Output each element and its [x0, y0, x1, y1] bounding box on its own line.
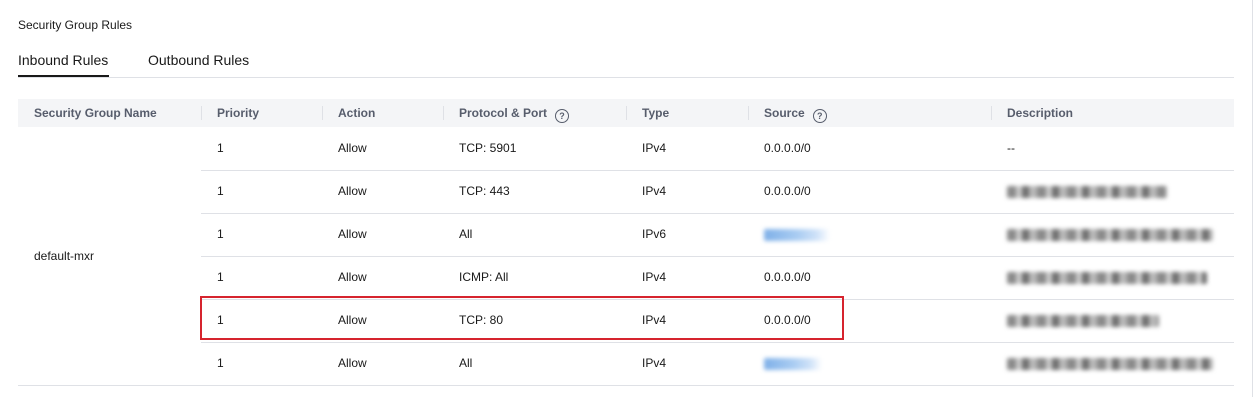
help-icon[interactable]: ?: [812, 109, 827, 123]
redacted-description: [1007, 228, 1213, 241]
priority-cell: 1: [217, 184, 224, 198]
action-cell: Allow: [338, 184, 367, 198]
redacted-source: [764, 228, 830, 241]
table-row: 1 Allow TCP: 443 IPv4 0.0.0.0/0: [201, 170, 1234, 214]
column-separator: [322, 106, 323, 120]
source-cell: [764, 213, 830, 256]
type-cell: IPv4: [642, 184, 667, 198]
table-body: default-mxr 1 Allow TCP: 5901 IPv4 0.0.0…: [18, 127, 1234, 386]
description-cell: [1007, 299, 1159, 342]
panel-right-border: [1252, 0, 1253, 397]
type-cell: IPv4: [642, 270, 667, 284]
column-separator: [991, 106, 992, 120]
priority-cell: 1: [217, 356, 224, 370]
source-cell: 0.0.0.0/0: [764, 141, 811, 155]
active-tab-indicator: [18, 75, 109, 77]
security-group-name: default-mxr: [34, 249, 95, 263]
priority-cell: 1: [217, 141, 224, 155]
table-header: Security Group Name Priority Action Prot…: [18, 99, 1234, 127]
source-cell: 0.0.0.0/0: [764, 270, 811, 284]
protocol-port-cell: All: [459, 356, 473, 370]
redacted-source: [764, 357, 822, 370]
table-row: 1 Allow All IPv4: [201, 342, 1234, 386]
column-header-action: Action: [338, 106, 376, 120]
redacted-description: [1007, 314, 1159, 327]
type-cell: IPv4: [642, 141, 667, 155]
security-group-name-cell: default-mxr: [18, 127, 201, 386]
redacted-description: [1007, 271, 1207, 284]
page-title: Security Group Rules: [18, 18, 133, 32]
action-cell: Allow: [338, 270, 367, 284]
highlighted-rule-outline: [200, 296, 844, 340]
rules-tabs: Inbound Rules Outbound Rules: [18, 46, 1234, 78]
column-separator: [748, 106, 749, 120]
source-cell: 0.0.0.0/0: [764, 184, 811, 198]
column-header-description: Description: [1007, 106, 1074, 120]
redacted-description: [1007, 185, 1167, 198]
type-cell: IPv4: [642, 356, 667, 370]
tab-inbound-rules[interactable]: Inbound Rules: [18, 52, 108, 68]
priority-cell: 1: [217, 227, 224, 241]
description-cell: [1007, 256, 1207, 299]
column-header-type: Type: [642, 106, 670, 120]
security-group-rules-table: Security Group Name Priority Action Prot…: [18, 99, 1234, 386]
column-header-protocol-port-label: Protocol & Port: [459, 106, 548, 120]
column-header-source: Source?: [764, 99, 827, 127]
action-cell: Allow: [338, 227, 367, 241]
source-cell: [764, 342, 822, 385]
table-row: 1 Allow TCP: 5901 IPv4 0.0.0.0/0 --: [201, 127, 1234, 171]
column-header-source-label: Source: [764, 106, 805, 120]
column-header-protocol-port: Protocol & Port?: [459, 99, 570, 127]
description-cell: [1007, 213, 1213, 256]
help-icon[interactable]: ?: [555, 109, 570, 123]
priority-cell: 1: [217, 270, 224, 284]
action-cell: Allow: [338, 141, 367, 155]
description-cell: [1007, 170, 1167, 213]
column-header-security-group-name: Security Group Name: [34, 106, 157, 120]
type-cell: IPv6: [642, 227, 667, 241]
protocol-port-cell: All: [459, 227, 473, 241]
protocol-port-cell: TCP: 443: [459, 184, 510, 198]
column-separator: [201, 106, 202, 120]
action-cell: Allow: [338, 356, 367, 370]
tab-outbound-rules[interactable]: Outbound Rules: [148, 52, 249, 68]
protocol-port-cell: ICMP: All: [459, 270, 509, 284]
table-row: 1 Allow All IPv6: [201, 213, 1234, 257]
column-header-priority: Priority: [217, 106, 260, 120]
description-cell: --: [1007, 141, 1015, 155]
description-cell: [1007, 342, 1213, 385]
column-separator: [443, 106, 444, 120]
redacted-description: [1007, 357, 1213, 370]
protocol-port-cell: TCP: 5901: [459, 141, 517, 155]
column-separator: [626, 106, 627, 120]
table-row: 1 Allow ICMP: All IPv4 0.0.0.0/0: [201, 256, 1234, 300]
